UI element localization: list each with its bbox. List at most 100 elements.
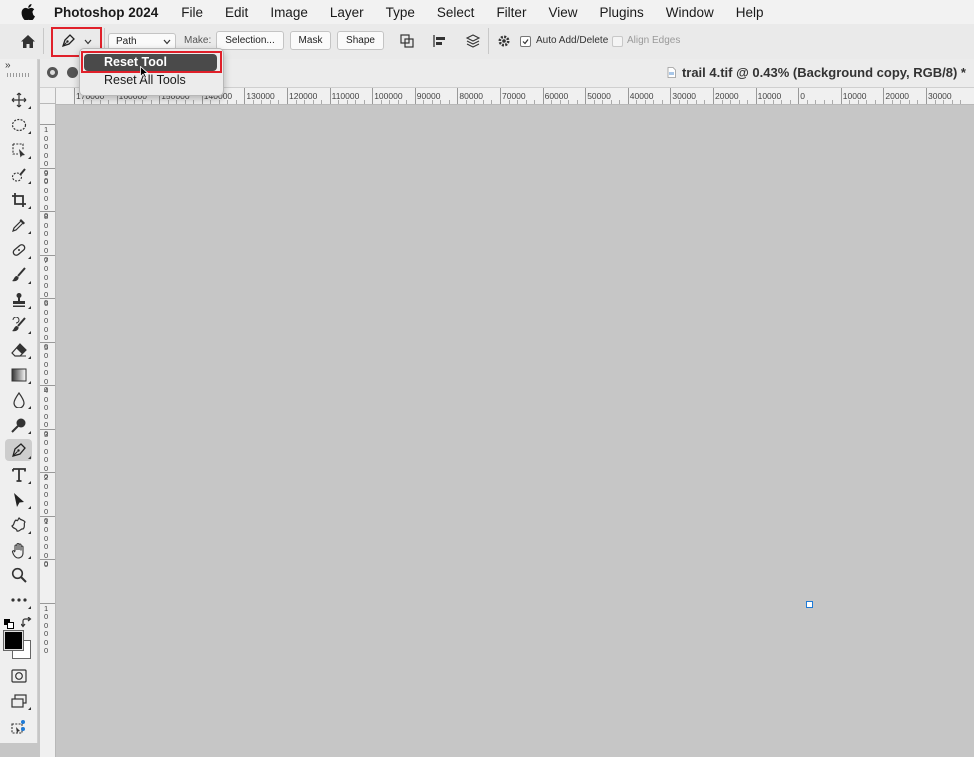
- ruler-minor-tick: [661, 100, 663, 104]
- clone-stamp-tool-icon[interactable]: [5, 289, 32, 311]
- menu-window[interactable]: Window: [655, 5, 725, 20]
- ruler-major-tick: [883, 88, 885, 104]
- path-arrangement-icon[interactable]: [463, 32, 483, 50]
- crop-tool-icon[interactable]: [5, 189, 32, 211]
- ruler-minor-tick: [193, 100, 195, 104]
- ruler-minor-tick: [781, 100, 783, 104]
- ruler-label: 120000: [289, 91, 318, 101]
- menu-image[interactable]: Image: [259, 5, 319, 20]
- ruler-label: 40000: [629, 91, 654, 101]
- path-operations-icon[interactable]: [397, 32, 417, 50]
- hand-tool-icon[interactable]: [5, 539, 32, 561]
- menu-bar: Photoshop 2024 File Edit Image Layer Typ…: [0, 0, 974, 24]
- ruler-minor-tick: [908, 100, 910, 104]
- minimize-window-button[interactable]: [67, 67, 78, 78]
- document-tab[interactable]: trail 4.tif @ 0.43% (Background copy, RG…: [667, 65, 966, 81]
- pen-tool-icon[interactable]: [5, 439, 32, 461]
- ruler-minor-tick: [619, 100, 621, 104]
- vertical-ruler[interactable]: 1000000900000800000700000600000500000400…: [40, 104, 56, 757]
- canvas-area[interactable]: [56, 105, 974, 757]
- collapse-panel-icon[interactable]: »: [5, 60, 11, 71]
- menu-edit[interactable]: Edit: [214, 5, 259, 20]
- ruler-label: 80000: [459, 91, 484, 101]
- path-anchor-point[interactable]: [806, 601, 813, 608]
- ruler-major-tick: [627, 88, 629, 104]
- ruler-label: 70000: [502, 91, 526, 101]
- more-tools-icon[interactable]: [5, 589, 32, 611]
- ruler-minor-tick: [278, 100, 280, 104]
- foreground-color-swatch[interactable]: [3, 630, 24, 651]
- ruler-major-tick: [585, 88, 587, 104]
- menu-filter[interactable]: Filter: [485, 5, 537, 20]
- dodge-tool-icon[interactable]: [5, 414, 32, 436]
- close-window-button[interactable]: [47, 67, 58, 78]
- object-selection-tool-icon[interactable]: [5, 139, 32, 161]
- zoom-tool-icon[interactable]: [5, 564, 32, 586]
- move-tool-icon[interactable]: [5, 89, 32, 111]
- ruler-major-tick: [713, 88, 714, 104]
- make-label: Make:: [184, 35, 212, 46]
- ruler-major-tick: [244, 88, 246, 104]
- menu-help[interactable]: Help: [725, 5, 775, 20]
- auto-add-delete-checkbox[interactable]: [520, 36, 531, 47]
- gradient-tool-icon[interactable]: [5, 364, 32, 386]
- quick-mask-mode-icon[interactable]: [5, 665, 32, 687]
- ruler-major-tick: [329, 88, 331, 104]
- ruler-minor-tick: [440, 100, 442, 104]
- ruler-label: 90000: [416, 91, 441, 101]
- ruler-minor-tick: [917, 100, 919, 104]
- ruler-label: 100000: [374, 91, 403, 101]
- ruler-major-tick: [287, 88, 288, 104]
- ruler-label: 100000: [44, 603, 49, 655]
- make-shape-button[interactable]: Shape: [337, 31, 384, 50]
- quick-selection-tool-icon[interactable]: [5, 164, 32, 186]
- ruler-label: 30000: [672, 91, 697, 101]
- elliptical-marquee-tool-icon[interactable]: [5, 114, 32, 136]
- pen-tool-preset-icon[interactable]: [58, 32, 78, 50]
- menu-view[interactable]: View: [537, 5, 588, 20]
- menu-file[interactable]: File: [170, 5, 214, 20]
- ruler-major-tick: [840, 88, 842, 104]
- ruler-major-tick: [670, 88, 672, 104]
- type-tool-icon[interactable]: [5, 464, 32, 486]
- ruler-major-tick: [798, 88, 800, 104]
- ruler-minor-tick: [823, 100, 825, 104]
- gear-icon[interactable]: [494, 32, 514, 50]
- menu-type[interactable]: Type: [375, 5, 426, 20]
- ruler-minor-tick: [491, 100, 493, 104]
- history-brush-tool-icon[interactable]: [5, 314, 32, 336]
- menu-select[interactable]: Select: [426, 5, 486, 20]
- ruler-major-tick: [457, 88, 459, 104]
- custom-shape-tool-icon[interactable]: [5, 514, 32, 536]
- make-mask-button[interactable]: Mask: [290, 31, 331, 50]
- align-edges-checkbox[interactable]: [612, 36, 623, 47]
- menu-layer[interactable]: Layer: [319, 5, 375, 20]
- brush-tool-icon[interactable]: [5, 264, 32, 286]
- ruler-major-tick: [542, 88, 544, 104]
- ruler-minor-tick: [482, 100, 484, 104]
- home-icon[interactable]: [18, 32, 38, 50]
- eraser-tool-icon[interactable]: [5, 339, 32, 361]
- ruler-minor-tick: [321, 100, 323, 104]
- ruler-origin[interactable]: [40, 88, 56, 104]
- menu-plugins[interactable]: Plugins: [588, 5, 654, 20]
- ruler-minor-tick: [406, 100, 408, 104]
- make-selection-button[interactable]: Selection...: [216, 31, 284, 50]
- ruler-minor-tick: [832, 100, 834, 104]
- panel-grip[interactable]: [7, 73, 29, 77]
- blur-tool-icon[interactable]: [5, 389, 32, 411]
- path-alignment-icon[interactable]: [430, 32, 450, 50]
- reset-tool-highlight: [81, 51, 222, 73]
- apple-logo-icon[interactable]: [18, 2, 38, 22]
- reset-all-tools-menu-item[interactable]: Reset All Tools: [84, 72, 217, 89]
- spot-healing-brush-tool-icon[interactable]: [5, 239, 32, 261]
- ruler-label: 10000: [757, 91, 782, 101]
- path-selection-tool-icon[interactable]: [5, 489, 32, 511]
- ruler-minor-tick: [235, 100, 237, 104]
- edit-toolbar-icon[interactable]: [5, 716, 32, 738]
- eyedropper-tool-icon[interactable]: [5, 214, 32, 236]
- document-title: trail 4.tif @ 0.43% (Background copy, RG…: [681, 65, 966, 80]
- ruler-label: 0: [44, 560, 49, 569]
- screen-mode-icon[interactable]: [5, 690, 32, 712]
- app-name[interactable]: Photoshop 2024: [52, 5, 170, 20]
